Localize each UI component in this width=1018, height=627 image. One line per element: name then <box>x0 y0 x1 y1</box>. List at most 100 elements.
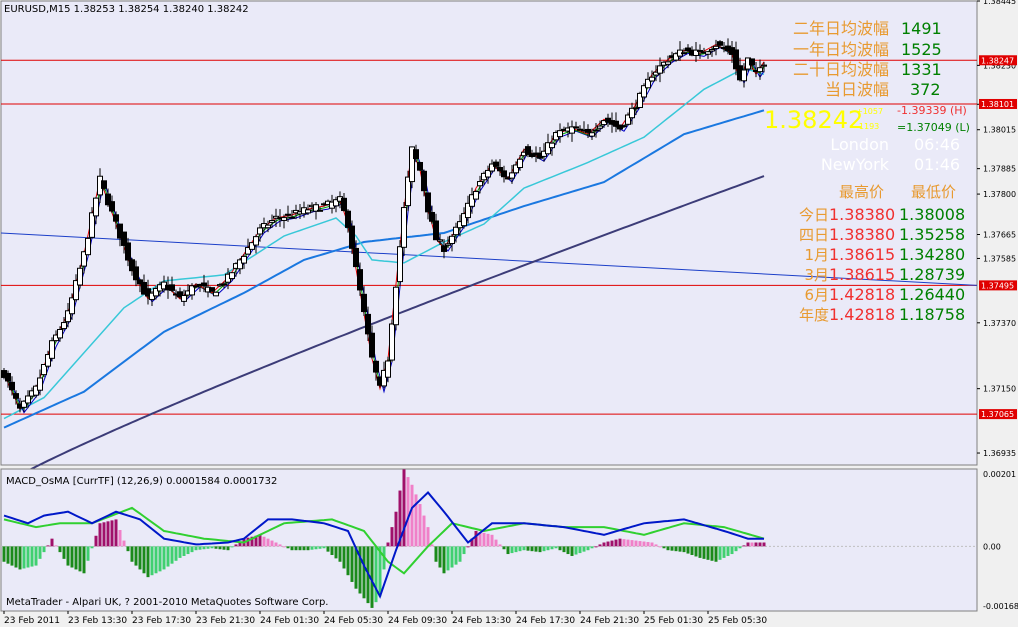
candle-body <box>437 239 443 242</box>
candle-body <box>269 220 275 223</box>
osma-bar <box>506 546 510 555</box>
osma-bar <box>582 546 586 552</box>
candle-body <box>77 267 83 286</box>
candle-body <box>597 125 603 129</box>
macd-axis: 0.00201 0.00 -0.00168 <box>983 470 1018 611</box>
osma-bar <box>310 546 314 550</box>
osma-bar <box>638 541 642 547</box>
osma-bar <box>554 546 558 549</box>
price-tag-label: 1.37065 <box>981 410 1014 419</box>
osma-bar <box>578 546 582 554</box>
candle-body <box>705 51 711 55</box>
osma-bar <box>706 546 710 560</box>
candle-body <box>445 243 451 246</box>
candle-body <box>317 209 323 212</box>
osma-bar <box>74 546 78 570</box>
osma-bar <box>266 538 270 547</box>
amplitude-label: 当日波幅 <box>825 80 889 99</box>
amplitude-value: 1525 <box>901 40 942 59</box>
clock-time: 01:46 <box>914 155 960 174</box>
osma-bar <box>386 542 390 547</box>
price-tick-label: 1.37370 <box>983 319 1016 328</box>
time-tick-label: 24 Feb 09:30 <box>388 616 447 626</box>
osma-bar <box>446 546 450 571</box>
candle-body <box>281 217 287 221</box>
clock-time: 06:46 <box>914 135 960 154</box>
macd-tick-label: 0.00 <box>983 542 1001 551</box>
time-tick-label: 24 Feb 01:30 <box>260 616 319 626</box>
clock-city: NewYork <box>821 155 890 174</box>
hl-row-high: 1.38380 <box>829 205 895 224</box>
osma-bar <box>646 542 650 547</box>
time-tick-label: 23 Feb 21:30 <box>196 616 255 626</box>
osma-bar <box>562 546 566 553</box>
osma-bar <box>350 546 354 582</box>
osma-bar <box>14 546 18 568</box>
osma-bar <box>62 546 66 559</box>
osma-bar <box>558 546 562 551</box>
hl-row-low: 1.26440 <box>899 285 965 304</box>
osma-bar <box>262 536 266 547</box>
osma-bar <box>346 546 350 576</box>
osma-bar <box>678 546 682 552</box>
candle-body <box>253 236 259 246</box>
osma-bar <box>50 538 54 547</box>
candle-body <box>757 67 763 73</box>
price-tick-label: 1.37800 <box>983 190 1016 199</box>
osma-bar <box>130 546 134 562</box>
trading-chart[interactable]: 1.384451.382301.380151.378001.375851.373… <box>0 0 1018 627</box>
osma-bar <box>690 546 694 556</box>
osma-bar <box>290 546 294 551</box>
osma-bar <box>530 546 534 552</box>
copyright-text: MetaTrader - Alpari UK, ? 2001-2010 Meta… <box>6 597 328 608</box>
candle-body <box>421 170 427 192</box>
osma-bar <box>702 546 706 559</box>
osma-bar <box>754 542 758 547</box>
osma-bar <box>118 529 122 547</box>
osma-bar <box>222 546 226 550</box>
osma-bar <box>202 546 206 550</box>
osma-bar <box>302 546 306 551</box>
hl-row-label: 3月 <box>804 266 829 284</box>
osma-bar <box>422 515 426 547</box>
osma-bar <box>502 546 506 550</box>
osma-bar <box>306 546 310 551</box>
distance-to-low: -1193 <box>856 122 879 131</box>
hl-row-low: 1.38008 <box>899 205 965 224</box>
osma-bar <box>394 511 398 547</box>
hl-row-high: 1.42818 <box>829 305 895 324</box>
osma-bar <box>138 546 142 570</box>
osma-bar <box>746 542 750 547</box>
osma-bar <box>498 544 502 547</box>
candle-body <box>341 197 347 212</box>
osma-bar <box>166 546 170 567</box>
osma-bar <box>282 546 286 548</box>
osma-bar <box>46 545 50 547</box>
candle-body <box>13 393 19 399</box>
candle-body <box>209 287 215 292</box>
osma-bar <box>278 544 282 547</box>
osma-bar <box>462 546 466 555</box>
candle-body <box>517 158 523 168</box>
osma-bar <box>162 546 166 570</box>
candle-body <box>697 49 703 52</box>
osma-bar <box>418 504 422 547</box>
candle-body <box>649 76 655 82</box>
osma-bar <box>454 546 458 565</box>
candle-body <box>241 255 247 264</box>
osma-bar <box>738 546 742 549</box>
osma-bar <box>322 546 326 549</box>
candle-body <box>713 45 719 50</box>
clock-city: London <box>830 135 889 154</box>
osma-bar <box>630 540 634 547</box>
osma-bar <box>594 546 598 548</box>
osma-bar <box>294 546 298 551</box>
osma-bar <box>490 534 494 547</box>
candle-body <box>453 226 459 236</box>
osma-bar <box>538 546 542 553</box>
candle-body <box>557 130 563 138</box>
osma-bar <box>154 546 158 574</box>
candle-body <box>289 216 295 219</box>
osma-bar <box>214 546 218 549</box>
high-header: 最高价 <box>839 183 884 201</box>
